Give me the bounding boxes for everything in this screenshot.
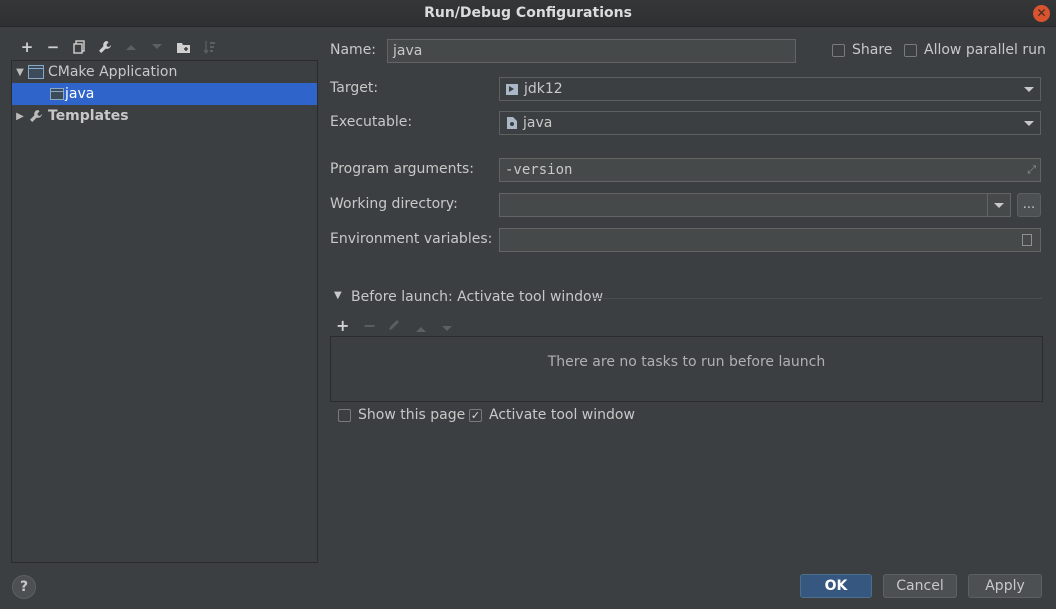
executable-file-icon: [506, 116, 519, 130]
tree-item-cmake-application[interactable]: ▼ CMake Application: [12, 61, 317, 83]
working-directory-label: Working directory:: [330, 196, 458, 212]
tree-item-java[interactable]: java: [12, 83, 317, 105]
program-arguments-input[interactable]: -version ⤢: [499, 158, 1041, 182]
add-task-icon[interactable]: +: [336, 316, 349, 335]
configurations-tree: ▼ CMake Application java ▶ Templates: [11, 60, 318, 563]
executable-label: Executable:: [330, 114, 413, 130]
window-titlebar: Run/Debug Configurations ✕: [0, 0, 1056, 27]
expand-down-icon[interactable]: ▼: [12, 67, 28, 78]
ok-button[interactable]: OK: [800, 574, 872, 598]
tree-item-label: CMake Application: [48, 64, 178, 80]
remove-task-icon[interactable]: −: [363, 316, 376, 335]
combo-divider: [987, 194, 988, 216]
name-input[interactable]: java: [387, 39, 796, 63]
executable-select[interactable]: java: [499, 111, 1041, 135]
cmake-app-icon: [28, 65, 44, 79]
share-label: Share: [852, 42, 893, 58]
expand-right-icon[interactable]: ▶: [12, 111, 28, 122]
activate-tool-window-checkbox[interactable]: ✓ Activate tool window: [469, 407, 635, 423]
browse-button[interactable]: ...: [1017, 193, 1041, 217]
document-icon[interactable]: [1022, 234, 1032, 246]
working-directory-input[interactable]: [499, 193, 1011, 217]
apply-button[interactable]: Apply: [968, 574, 1042, 598]
move-down-icon[interactable]: [144, 38, 170, 56]
move-up-icon[interactable]: [118, 38, 144, 56]
edit-task-icon[interactable]: [388, 318, 402, 335]
chevron-down-icon: [1024, 87, 1034, 92]
move-down-icon[interactable]: [441, 321, 453, 337]
add-icon[interactable]: +: [14, 38, 40, 56]
before-launch-tasks-list: There are no tasks to run before launch: [330, 336, 1043, 402]
chevron-down-icon: [1024, 121, 1034, 126]
help-button[interactable]: ?: [12, 575, 36, 599]
expand-icon[interactable]: ⤢: [1027, 164, 1036, 175]
allow-parallel-box[interactable]: [904, 43, 917, 57]
program-arguments-label: Program arguments:: [330, 161, 474, 177]
target-select[interactable]: jdk12: [499, 77, 1041, 101]
before-launch-separator: [590, 298, 1042, 299]
window-title: Run/Debug Configurations: [424, 5, 632, 21]
copy-icon[interactable]: [66, 38, 92, 56]
checkmark-icon[interactable]: ✓: [469, 408, 482, 422]
tree-item-label: java: [65, 86, 95, 102]
show-this-page-label: Show this page: [358, 407, 466, 423]
show-this-page-checkbox[interactable]: Show this page: [338, 407, 465, 423]
program-arguments-value: -version: [505, 162, 573, 178]
collapse-down-icon[interactable]: ▼: [334, 290, 342, 301]
folder-icon[interactable]: [170, 38, 196, 56]
tree-toolbar: + −: [14, 38, 222, 56]
name-label: Name:: [330, 42, 377, 58]
activate-tool-window-label: Activate tool window: [489, 407, 635, 423]
share-box[interactable]: [832, 43, 845, 57]
before-launch-header[interactable]: Before launch: Activate tool window: [351, 289, 603, 305]
tree-item-templates[interactable]: ▶ Templates: [12, 105, 317, 127]
share-checkbox[interactable]: Share: [832, 42, 892, 58]
executable-value: java: [523, 115, 553, 131]
close-icon[interactable]: ✕: [1033, 5, 1050, 22]
move-up-icon[interactable]: [415, 321, 427, 337]
empty-tasks-text: There are no tasks to run before launch: [547, 354, 826, 370]
chevron-down-icon[interactable]: [994, 203, 1004, 208]
wrench-icon[interactable]: [92, 38, 118, 56]
allow-parallel-checkbox[interactable]: Allow parallel run: [904, 42, 1046, 58]
target-value: jdk12: [524, 81, 563, 97]
sort-icon[interactable]: [196, 38, 222, 56]
environment-variables-label: Environment variables:: [330, 231, 493, 247]
cancel-button[interactable]: Cancel: [883, 574, 957, 598]
environment-variables-input[interactable]: [499, 228, 1041, 252]
allow-parallel-label: Allow parallel run: [924, 42, 1046, 58]
wrench-icon: [28, 109, 44, 123]
target-icon: [506, 83, 518, 95]
target-label: Target:: [330, 80, 379, 96]
show-this-page-box[interactable]: [338, 408, 351, 422]
tree-item-label: Templates: [48, 108, 129, 124]
cmake-config-icon: [50, 88, 64, 100]
remove-icon[interactable]: −: [40, 38, 66, 56]
